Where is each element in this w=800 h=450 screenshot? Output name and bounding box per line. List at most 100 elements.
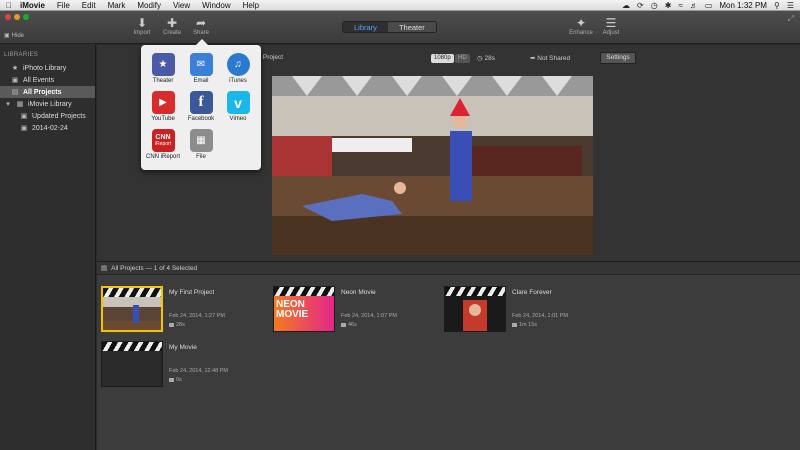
- wifi-icon[interactable]: ≈: [678, 1, 682, 10]
- project-card-clare-forever[interactable]: Clare Forever Feb 24, 2014, 1:01 PM 1m 1…: [440, 286, 610, 338]
- tab-library[interactable]: Library: [343, 22, 388, 32]
- zoom-window-icon[interactable]: [23, 14, 29, 20]
- cnn-ireport-icon: CNN iReport: [151, 129, 175, 152]
- project-date: Feb 24, 2014, 1:27 PM: [169, 313, 225, 319]
- disclosure-triangle-icon[interactable]: ▾: [4, 100, 12, 108]
- main-area: st Project 1080p HD ◷ 28s ➦ Not Shared S…: [97, 39, 800, 450]
- file-filmstrip-icon: ▦: [189, 129, 213, 152]
- sidebar-item-all-projects[interactable]: ▤ All Projects: [0, 86, 95, 98]
- filmstrip-icon: [341, 323, 346, 327]
- share-file-option[interactable]: ▦ File: [181, 129, 221, 160]
- sync-icon[interactable]: ⟳: [637, 1, 644, 10]
- clapboard-icon: [274, 287, 334, 296]
- theater-star-icon: ★: [151, 53, 175, 76]
- sidebar-toggle-icon: ▣: [4, 33, 10, 39]
- clock-icon: ◷: [477, 55, 483, 62]
- menu-window[interactable]: Window: [196, 1, 236, 10]
- enhance-button[interactable]: ✦ Enhance: [566, 17, 596, 37]
- project-name: My First Project: [169, 289, 215, 296]
- project-duration: 46s: [341, 322, 357, 328]
- share-cnn-ireport-option[interactable]: CNN iReport CNN iReport: [143, 129, 183, 160]
- project-date: Feb 24, 2014, 1:01 PM: [512, 313, 568, 319]
- projects-browser: ▤ All Projects — 1 of 4 Selected My Firs…: [97, 261, 800, 450]
- hd-badge: HD: [455, 54, 470, 63]
- projects-header-label: All Projects — 1 of 4 Selected: [111, 264, 198, 272]
- battery-icon[interactable]: ▭: [705, 1, 713, 10]
- video-preview[interactable]: [272, 76, 593, 255]
- sidebar-item-iphoto-library[interactable]: ★ iPhoto Library: [0, 62, 95, 74]
- grid-icon: ▦: [16, 101, 24, 108]
- share-theater-option[interactable]: ★ Theater: [143, 53, 183, 84]
- sidebar-item-all-events[interactable]: ▣ All Events: [0, 74, 95, 86]
- menu-bar:  iMovie File Edit Mark Modify View Wind…: [0, 0, 800, 11]
- hide-sidebar-button[interactable]: ▣ Hide: [4, 32, 25, 40]
- search-icon[interactable]: ⚲: [774, 1, 780, 10]
- menu-help[interactable]: Help: [237, 1, 265, 10]
- import-button[interactable]: ⬇ Import: [127, 16, 157, 37]
- tab-theater[interactable]: Theater: [387, 22, 436, 32]
- project-thumbnail: NEON MOVIE: [273, 286, 335, 332]
- share-status-icon: ➦: [530, 55, 536, 62]
- plus-icon: ✚: [166, 16, 178, 30]
- project-card-neon-movie[interactable]: NEON MOVIE Neon Movie Feb 24, 2014, 1:07…: [269, 286, 439, 338]
- share-option-label: Theater: [152, 78, 174, 84]
- share-button[interactable]: ➦ Share: [186, 16, 216, 37]
- menu-file[interactable]: File: [51, 1, 76, 10]
- thumbnail-image: [103, 297, 161, 330]
- project-duration-value: 28s: [176, 322, 185, 328]
- project-card-my-first-project[interactable]: My First Project Feb 24, 2014, 1:27 PM 2…: [97, 286, 267, 338]
- sidebar-item-updated-projects[interactable]: ▣ Updated Projects: [0, 110, 95, 122]
- sidebar-item-imovie-library[interactable]: ▾ ▦ iMovie Library: [0, 98, 95, 110]
- sidebar-header: LIBRARIES: [4, 52, 39, 58]
- project-date: Feb 24, 2014, 1:07 PM: [341, 313, 397, 319]
- sidebar-item-label: iMovie Library: [28, 100, 72, 108]
- project-date: Feb 24, 2014, 12:48 PM: [169, 368, 229, 374]
- share-email-option[interactable]: ✉ Email: [181, 53, 221, 84]
- project-card-my-movie[interactable]: My Movie Feb 24, 2014, 12:48 PM 0s: [97, 341, 267, 393]
- menu-mark[interactable]: Mark: [102, 1, 132, 10]
- import-arrow-icon: ⬇: [136, 16, 148, 30]
- resolution-badge: 1080p: [431, 54, 454, 63]
- time-machine-icon[interactable]: ◷: [651, 1, 658, 10]
- cloud-icon[interactable]: ☁: [622, 1, 630, 10]
- close-window-icon[interactable]: [5, 14, 11, 20]
- clock[interactable]: Mon 1:32 PM: [719, 1, 767, 10]
- settings-button[interactable]: Settings: [600, 52, 636, 64]
- apple-menu-icon[interactable]: : [0, 1, 18, 10]
- project-thumbnail: [101, 286, 163, 332]
- share-icon: ➦: [195, 16, 207, 30]
- sidebar-item-label: iPhoto Library: [23, 64, 67, 72]
- video-frame-image: [272, 76, 593, 255]
- bluetooth-icon[interactable]: ✱: [665, 1, 672, 10]
- share-youtube-option[interactable]: ▶ YouTube: [143, 91, 183, 122]
- create-button[interactable]: ✚ Create: [157, 16, 187, 37]
- share-option-label: Email: [193, 78, 209, 84]
- menu-modify[interactable]: Modify: [131, 1, 167, 10]
- project-name: My Movie: [169, 344, 197, 351]
- sidebar-item-label: 2014-02-24: [32, 124, 68, 132]
- fullscreen-icon[interactable]: ⤢: [788, 14, 794, 24]
- filmstrip-icon: [512, 323, 517, 327]
- notification-center-icon[interactable]: ☰: [787, 1, 794, 10]
- clapboard-icon: [102, 342, 162, 351]
- sliders-icon: ☰: [605, 16, 617, 30]
- menu-app-name[interactable]: iMovie: [18, 1, 51, 10]
- star-icon: ★: [11, 65, 19, 72]
- minimize-window-icon[interactable]: [14, 14, 20, 20]
- film-icon: ▣: [20, 125, 28, 132]
- menu-view[interactable]: View: [167, 1, 196, 10]
- thumbnail-image: [445, 296, 505, 331]
- share-vimeo-option[interactable]: v Vimeo: [218, 91, 258, 122]
- menu-edit[interactable]: Edit: [76, 1, 102, 10]
- hide-label: Hide: [11, 32, 25, 39]
- share-itunes-option[interactable]: ♫ iTunes: [218, 53, 258, 84]
- volume-icon[interactable]: ♬: [690, 1, 698, 10]
- adjust-button[interactable]: ☰ Adjust: [596, 16, 626, 37]
- empty-thumbnail: [102, 351, 162, 386]
- sidebar-item-2014-02-24[interactable]: ▣ 2014-02-24: [0, 122, 95, 134]
- library-theater-toggle: Library Theater: [342, 21, 437, 33]
- share-facebook-option[interactable]: f Facebook: [181, 91, 221, 122]
- filmstrip-icon: [169, 323, 174, 327]
- project-duration-value: 0s: [176, 377, 182, 383]
- clapboard-icon: [445, 287, 505, 296]
